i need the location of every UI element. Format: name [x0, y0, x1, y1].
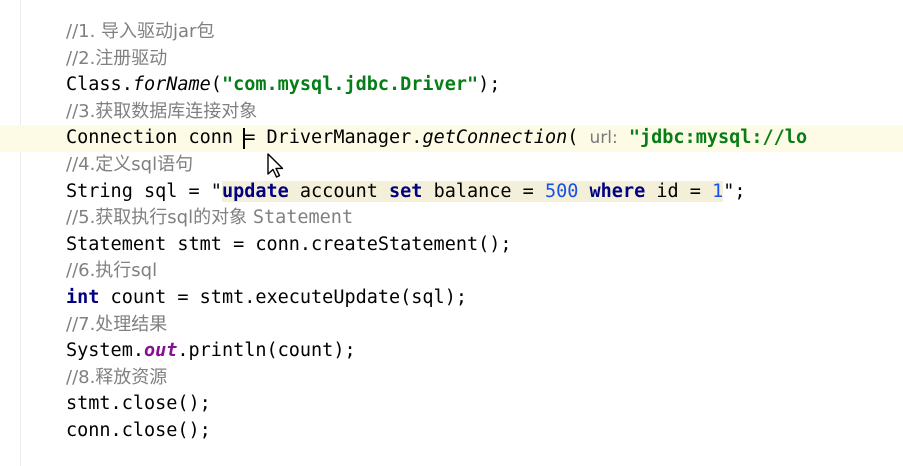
code-text: conn.close();	[66, 419, 211, 441]
sql-keyword: update	[221, 180, 289, 202]
code-line-7[interactable]: String sql = "update account set balance…	[66, 179, 903, 206]
comment: Statement	[252, 207, 354, 229]
code-editor[interactable]: //1. 导入驱动jar包 //2.注册驱动 Class.forName("co…	[0, 0, 903, 466]
comment: //2.注册驱动	[66, 47, 168, 69]
sql-text: balance =	[422, 180, 545, 202]
comment: //8.释放资源	[66, 366, 168, 388]
code-text: String sql = "	[66, 180, 222, 202]
comment: //4.定义sql语句	[66, 153, 194, 175]
keyword: int	[66, 286, 100, 308]
code-line-12[interactable]: //7.处理结果	[66, 312, 903, 339]
string-literal: "com.mysql.jdbc.Driver"	[221, 74, 479, 96]
code-line-14[interactable]: //8.释放资源	[66, 365, 903, 392]
sql-text: id =	[645, 180, 713, 202]
static-field: out	[143, 340, 178, 362]
code-line-11[interactable]: int count = stmt.executeUpdate(sql);	[66, 285, 903, 312]
sql-text: account	[288, 180, 390, 202]
method-name: getConnection	[422, 127, 568, 149]
code-area[interactable]: //1. 导入驱动jar包 //2.注册驱动 Class.forName("co…	[0, 19, 903, 445]
code-line-3[interactable]: Class.forName("com.mysql.jdbc.Driver");	[66, 72, 903, 99]
sql-injected-region: update account set balance = 500 where i…	[221, 180, 724, 202]
code-line-15[interactable]: stmt.close();	[66, 391, 903, 418]
code-text: Statement stmt = conn.createStatement();	[66, 233, 512, 255]
comment: //5.获取执行sql的对象	[66, 207, 253, 229]
code-line-16[interactable]: conn.close();	[66, 418, 903, 445]
code-line-5-current[interactable]: Connection conn = DriverManager.getConne…	[0, 125, 903, 152]
code-line-13[interactable]: System.out.println(count);	[66, 338, 903, 365]
mouse-pointer-icon	[267, 153, 284, 178]
code-text: Class.	[66, 74, 133, 96]
code-line-2[interactable]: //2.注册驱动	[66, 46, 903, 73]
code-text: stmt.close();	[66, 393, 211, 415]
parameter-hint: url:	[589, 128, 618, 149]
code-text: count = stmt.executeUpdate(sql);	[99, 286, 467, 308]
code-line-10[interactable]: //6.执行sql	[66, 258, 903, 285]
code-text: = DriverManager.	[244, 127, 423, 149]
comment: //6.执行sql	[66, 260, 158, 282]
comment: //3.获取数据库连接对象	[66, 100, 258, 122]
comment: //7.处理结果	[66, 313, 168, 335]
sql-keyword: where	[589, 180, 646, 202]
sql-number: 500	[544, 180, 579, 202]
code-text: (	[210, 74, 222, 96]
comment: //1. 导入驱动jar包	[66, 21, 215, 42]
code-line-4[interactable]: //3.获取数据库连接对象	[66, 99, 903, 126]
code-text: Connection conn	[66, 127, 245, 149]
code-text: .println(count);	[177, 340, 356, 362]
sql-number: 1	[712, 180, 724, 202]
code-text: );	[478, 74, 501, 96]
code-text: ";	[723, 180, 746, 202]
method-name: forName	[132, 74, 211, 96]
code-line-1[interactable]: //1. 导入驱动jar包	[66, 19, 903, 46]
code-line-8[interactable]: //5.获取执行sql的对象 Statement	[66, 205, 903, 232]
code-text: System.	[66, 340, 144, 362]
code-text: (	[567, 127, 590, 149]
gutter-divider	[20, 0, 21, 466]
code-line-6[interactable]: //4.定义sql语句	[66, 152, 903, 179]
string-literal: "jdbc:mysql://lo	[617, 127, 808, 149]
sql-keyword: set	[389, 180, 423, 202]
code-line-9[interactable]: Statement stmt = conn.createStatement();	[66, 232, 903, 259]
